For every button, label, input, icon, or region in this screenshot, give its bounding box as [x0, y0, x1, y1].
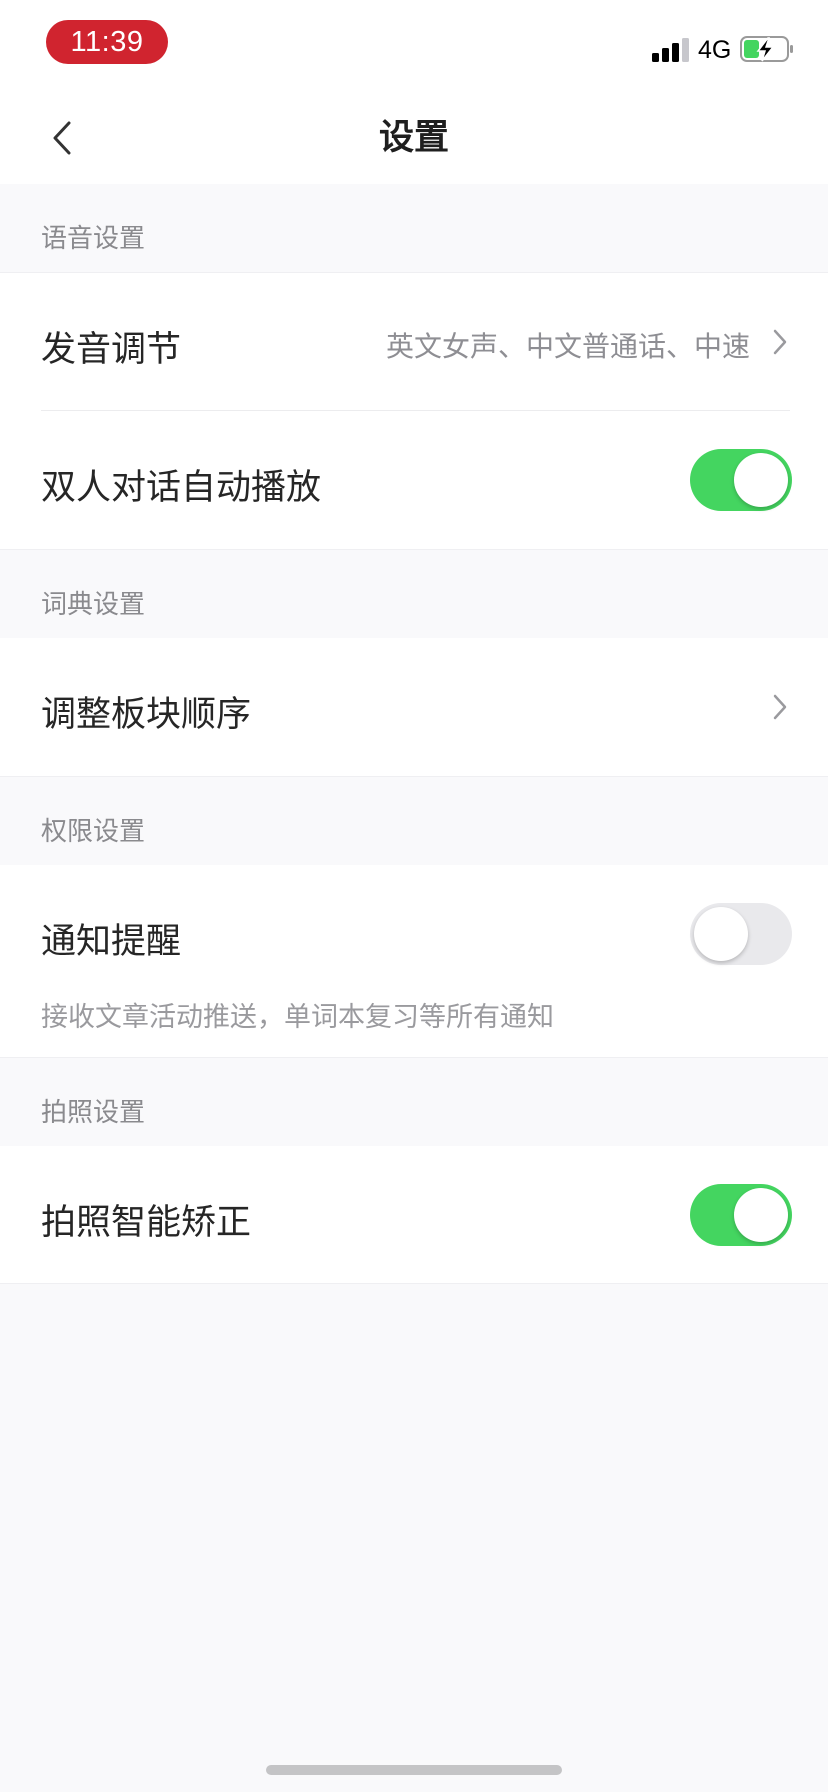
row-label: 通知提醒	[41, 922, 182, 962]
status-bar: 11:39 4G	[0, 0, 828, 92]
dialogue-autoplay-toggle[interactable]	[690, 449, 792, 511]
row-notifications: 通知提醒 接收文章活动推送，单词本复习等所有通知	[0, 865, 828, 1057]
row-description: 接收文章活动推送，单词本复习等所有通知	[41, 1002, 554, 1033]
notifications-toggle[interactable]	[690, 903, 792, 965]
row-pronunciation[interactable]: 发音调节 英文女声、中文普通话、中速	[0, 273, 828, 411]
section-title: 权限设置	[41, 817, 146, 847]
network-type: 4G	[698, 36, 732, 64]
section-header-permissions: 权限设置	[0, 776, 828, 866]
status-time: 11:39	[46, 20, 168, 64]
section-title: 拍照设置	[41, 1098, 146, 1128]
section-header-camera: 拍照设置	[0, 1057, 828, 1147]
navigation-bar: 设置	[0, 92, 828, 184]
row-label: 拍照智能矫正	[41, 1203, 252, 1243]
battery-charging-icon	[740, 35, 796, 63]
row-value: 英文女声、中文普通话、中速	[385, 330, 750, 363]
signal-icon	[652, 38, 690, 62]
row-dialogue-autoplay: 双人对话自动播放	[0, 411, 828, 549]
row-label: 双人对话自动播放	[41, 468, 322, 508]
smart-correction-toggle[interactable]	[690, 1184, 792, 1246]
toggle-knob	[734, 453, 788, 507]
section-header-dictionary: 词典设置	[0, 549, 828, 639]
section-title: 语音设置	[41, 224, 146, 254]
toggle-knob	[694, 907, 748, 961]
chevron-right-icon	[773, 329, 787, 355]
row-label: 发音调节	[41, 330, 182, 370]
section-header-voice: 语音设置	[0, 184, 828, 273]
chevron-right-icon	[773, 694, 787, 720]
page-title: 设置	[378, 118, 449, 158]
row-reorder-sections[interactable]: 调整板块顺序	[0, 638, 828, 776]
home-indicator[interactable]	[266, 1765, 562, 1775]
row-label: 调整板块顺序	[41, 695, 252, 735]
row-smart-correction: 拍照智能矫正	[0, 1146, 828, 1284]
section-title: 词典设置	[41, 590, 146, 620]
toggle-knob	[734, 1188, 788, 1242]
